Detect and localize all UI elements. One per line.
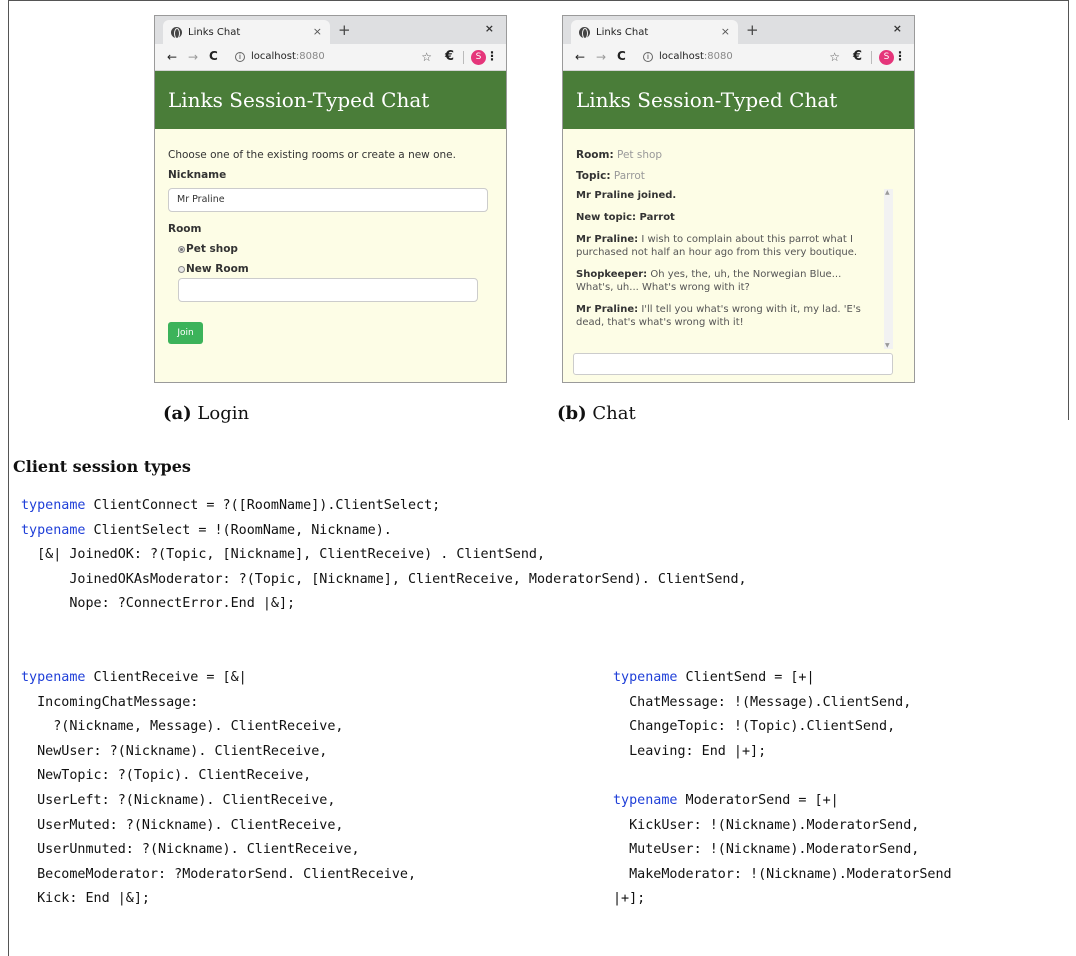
- section-title: Client session types: [13, 457, 191, 476]
- room-option-pet-shop[interactable]: Pet shop: [178, 243, 238, 255]
- kebab-menu-icon[interactable]: ⋮: [486, 49, 498, 63]
- profile-avatar[interactable]: S: [879, 50, 894, 65]
- app-header: Links Session-Typed Chat: [155, 71, 506, 129]
- tab-title: Links Chat: [188, 26, 241, 38]
- room-info: Room: Pet shop: [576, 149, 663, 161]
- window-close-icon[interactable]: ×: [893, 22, 902, 35]
- chat-message: Shopkeeper: Oh yes, the, uh, the Norwegi…: [576, 269, 842, 293]
- reload-icon[interactable]: C: [617, 49, 626, 63]
- extension-icon[interactable]: €: [445, 49, 454, 64]
- info-icon[interactable]: i: [235, 52, 245, 62]
- caption-login: (a) Login: [163, 403, 250, 424]
- code-block-client-select: typename ClientConnect = ?([RoomName]).C…: [21, 498, 747, 612]
- tab-title: Links Chat: [596, 26, 649, 38]
- url-field[interactable]: localhost:8080: [659, 51, 733, 62]
- extension-icon[interactable]: €: [853, 49, 862, 64]
- info-icon[interactable]: i: [643, 52, 653, 62]
- frame-right-rule: [1068, 0, 1069, 420]
- login-browser-window: Links Chat × + × ← → C i localhost:8080 …: [154, 15, 507, 383]
- chat-log[interactable]: Mr Praline joined. New topic: Parrot Mr …: [576, 189, 901, 352]
- forward-arrow-icon[interactable]: →: [596, 50, 606, 64]
- nickname-label: Nickname: [168, 169, 227, 181]
- tab-bar: Links Chat × + ×: [563, 16, 914, 44]
- profile-avatar[interactable]: S: [471, 50, 486, 65]
- new-tab-icon[interactable]: +: [746, 21, 759, 39]
- back-arrow-icon[interactable]: ←: [575, 50, 585, 64]
- toolbar-divider: [463, 51, 464, 64]
- globe-icon: [171, 26, 182, 39]
- bookmark-star-icon[interactable]: ☆: [829, 50, 840, 64]
- chat-browser-window: Links Chat × + × ← → C i localhost:8080 …: [562, 15, 915, 383]
- room-option-new-room[interactable]: New Room: [178, 263, 249, 275]
- topic-info: Topic: Parrot: [576, 170, 645, 182]
- back-arrow-icon[interactable]: ←: [167, 50, 177, 64]
- figure-page: Links Chat × + × ← → C i localhost:8080 …: [0, 0, 1076, 956]
- room-label: Room: [168, 223, 202, 235]
- chat-message: New topic: Parrot: [576, 212, 675, 223]
- code-block-client-receive: typename ClientReceive = [&| IncomingCha…: [21, 670, 417, 907]
- code-block-client-send: typename ClientSend = [+| ChatMessage: !…: [613, 670, 952, 907]
- app-header: Links Session-Typed Chat: [563, 71, 914, 129]
- frame-left-rule: [8, 0, 9, 956]
- join-button[interactable]: Join: [168, 322, 203, 344]
- new-tab-icon[interactable]: +: [338, 21, 351, 39]
- reload-icon[interactable]: C: [209, 49, 218, 63]
- radio-selected-icon[interactable]: [178, 245, 185, 253]
- nickname-input[interactable]: Mr Praline: [168, 188, 488, 212]
- browser-tab[interactable]: Links Chat ×: [571, 20, 738, 44]
- chat-message-input[interactable]: [573, 353, 893, 375]
- login-intro-text: Choose one of the existing rooms or crea…: [168, 149, 456, 161]
- address-bar: ← → C i localhost:8080 ☆ € S ⋮: [563, 44, 914, 71]
- globe-icon: [579, 26, 590, 39]
- tab-bar: Links Chat × + ×: [155, 16, 506, 44]
- chat-message: Mr Praline: I'll tell you what's wrong w…: [576, 304, 861, 328]
- toolbar-divider: [871, 51, 872, 64]
- caption-chat: (b) Chat: [557, 403, 636, 424]
- bookmark-star-icon[interactable]: ☆: [421, 50, 432, 64]
- forward-arrow-icon[interactable]: →: [188, 50, 198, 64]
- url-field[interactable]: localhost:8080: [251, 51, 325, 62]
- tab-close-icon[interactable]: ×: [721, 25, 730, 38]
- chat-message: Mr Praline: I wish to complain about thi…: [576, 234, 858, 258]
- chat-scrollbar[interactable]: [884, 189, 893, 349]
- chat-message: Mr Praline joined.: [576, 190, 677, 201]
- window-close-icon[interactable]: ×: [485, 22, 494, 35]
- frame-top-rule: [8, 0, 1069, 1]
- new-room-input[interactable]: [178, 278, 478, 302]
- kebab-menu-icon[interactable]: ⋮: [894, 49, 906, 63]
- radio-unselected-icon[interactable]: [178, 265, 185, 273]
- address-bar: ← → C i localhost:8080 ☆ € S ⋮: [155, 44, 506, 71]
- tab-close-icon[interactable]: ×: [313, 25, 322, 38]
- browser-tab[interactable]: Links Chat ×: [163, 20, 330, 44]
